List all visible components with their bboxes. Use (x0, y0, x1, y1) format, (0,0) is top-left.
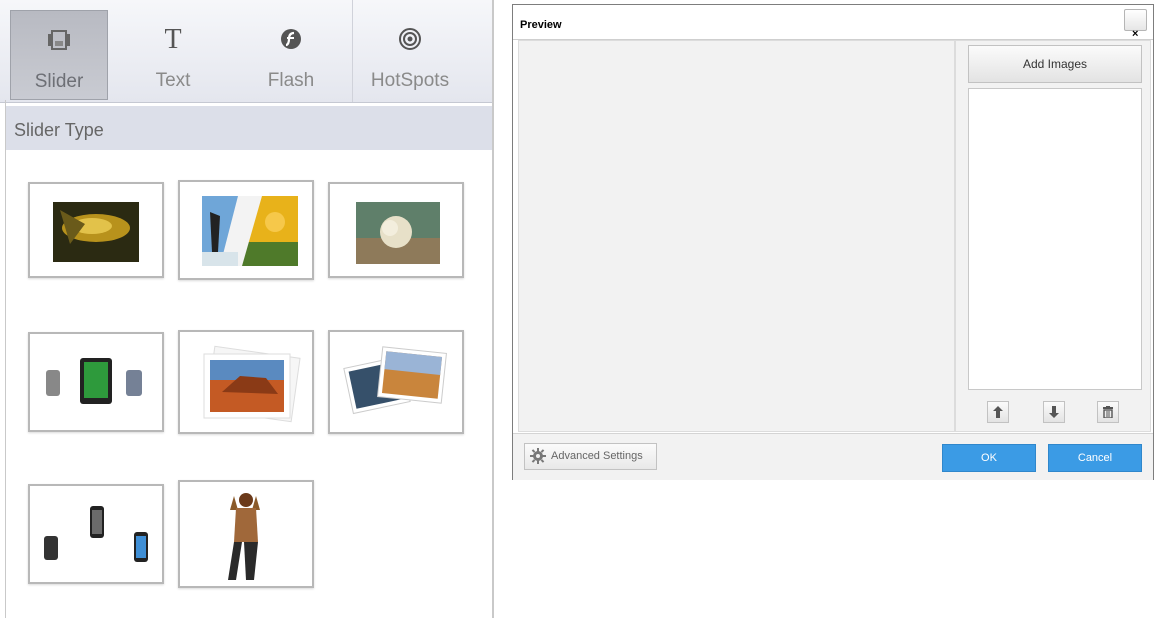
preview-canvas (518, 40, 955, 432)
slider-icon (11, 25, 107, 55)
delete-icon (1103, 406, 1113, 418)
element-toolbar: Slider T Text Flash HotSpots (0, 0, 492, 103)
slider-type-photo-stack[interactable] (178, 330, 314, 434)
panel-right-border (492, 0, 494, 618)
editor-side-panel: Slider T Text Flash HotSpots Slider Type (0, 0, 494, 618)
tab-hotspots-label: HotSpots (370, 70, 450, 91)
slider-type-fade-flower[interactable] (328, 182, 464, 278)
fade-flower-thumbnail (356, 202, 440, 264)
cutout-person-thumbnail (228, 493, 260, 580)
move-up-button[interactable] (987, 401, 1009, 423)
text-icon: T (124, 24, 222, 54)
flash-icon (242, 24, 340, 54)
tab-slider-label: Slider (34, 71, 84, 92)
tab-flash-label: Flash (267, 70, 315, 91)
image-list[interactable] (968, 88, 1142, 390)
move-down-icon (1049, 406, 1059, 418)
advanced-settings-button[interactable]: Advanced Settings (524, 443, 657, 470)
slider-type-header: Slider Type (6, 106, 492, 150)
phone-3d-thumbnail (44, 506, 148, 562)
close-button[interactable]: × (1124, 9, 1147, 40)
delete-button[interactable] (1097, 401, 1119, 423)
slider-type-device-carousel[interactable] (28, 332, 164, 432)
slider-type-cutout-person[interactable] (178, 480, 314, 588)
panel-left-border (5, 100, 6, 618)
ok-button[interactable]: OK (942, 444, 1036, 472)
yellow-flower-thumbnail (53, 202, 139, 262)
dialog-title: Preview (520, 19, 562, 31)
tab-flash[interactable]: Flash (242, 10, 340, 102)
move-up-icon (993, 406, 1003, 418)
preview-dialog: Preview × Add Images Advanced Settings O… (512, 4, 1154, 480)
photo-scatter-thumbnail (343, 346, 447, 415)
tab-hotspots[interactable]: HotSpots (360, 10, 460, 102)
slider-type-title: Slider Type (14, 120, 104, 140)
move-down-button[interactable] (1043, 401, 1065, 423)
slider-type-page-curl[interactable] (178, 180, 314, 280)
slider-type-phone-3d[interactable] (28, 484, 164, 584)
gear-icon (530, 448, 546, 464)
tab-slider[interactable]: Slider (10, 10, 108, 100)
device-carousel-thumbnail (46, 358, 142, 404)
page-curl-thumbnail (202, 196, 298, 266)
hotspots-icon (360, 24, 460, 54)
cancel-button[interactable]: Cancel (1048, 444, 1142, 472)
slider-type-photo-scatter[interactable] (328, 330, 464, 434)
advanced-settings-label: Advanced Settings (551, 450, 643, 462)
toolbar-divider (352, 0, 353, 102)
tab-text[interactable]: T Text (124, 10, 222, 102)
svg-text:T: T (164, 26, 181, 52)
add-images-button[interactable]: Add Images (968, 45, 1142, 83)
slider-type-yellow-flower[interactable] (28, 182, 164, 278)
dialog-title-bar: Preview × (513, 5, 1153, 40)
photo-stack-thumbnail (203, 345, 301, 423)
tab-text-label: Text (155, 70, 191, 91)
